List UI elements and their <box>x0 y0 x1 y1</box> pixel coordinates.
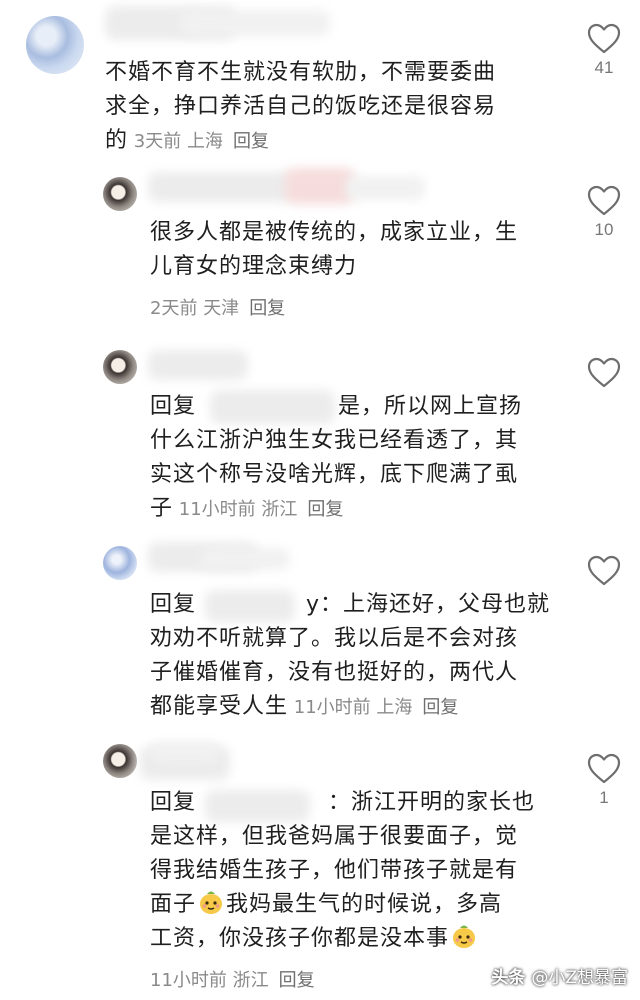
avatar[interactable] <box>103 350 137 384</box>
heart-icon <box>587 357 621 388</box>
comment-location: 浙江 <box>261 499 298 520</box>
reply-button[interactable]: 回复 <box>279 970 315 991</box>
blurred-username <box>345 176 425 200</box>
blurred-username <box>150 742 220 762</box>
watermark: 头条 @小Z想暴富 <box>491 963 628 988</box>
watermark-handle: @小Z想暴富 <box>531 968 628 988</box>
like-button[interactable]: 10 <box>584 184 624 240</box>
avatar[interactable] <box>103 546 137 580</box>
reply-button[interactable]: 回复 <box>307 499 343 520</box>
blurred-username <box>200 548 290 570</box>
like-button[interactable] <box>584 356 624 388</box>
comment-time: 11小时前 <box>150 970 227 991</box>
comment-meta: 11小时前 浙江 回复 <box>150 966 315 992</box>
reply-button[interactable]: 回复 <box>249 298 285 319</box>
emoji-icon <box>200 891 223 914</box>
comment-location: 浙江 <box>232 970 269 991</box>
heart-icon <box>587 185 621 216</box>
comment-text: 回复 是，所以网上宣扬 什么江浙沪独生女我已经看透了，其 实这个称号没啥光辉，底下… <box>150 394 523 521</box>
comment-location: 天津 <box>203 298 240 319</box>
reply-button[interactable]: 回复 <box>233 131 269 152</box>
reply-button[interactable]: 回复 <box>422 697 458 718</box>
heart-icon <box>587 555 621 586</box>
watermark-brand: 头条 <box>491 968 526 988</box>
blurred-username <box>148 350 248 380</box>
like-button[interactable]: 41 <box>584 22 624 78</box>
emoji-icon <box>453 925 476 948</box>
avatar[interactable] <box>103 177 137 211</box>
like-count: 10 <box>594 220 614 239</box>
comment-location: 上海 <box>186 131 223 152</box>
comment-time: 2天前 <box>150 298 198 319</box>
like-button[interactable] <box>584 554 624 586</box>
blurred-username <box>148 172 293 202</box>
blurred-username <box>180 10 330 36</box>
comment-location: 上海 <box>376 697 413 718</box>
avatar[interactable] <box>26 16 84 74</box>
like-button[interactable]: 1 <box>584 752 624 808</box>
comment-time: 11小时前 <box>293 697 371 718</box>
comment-text: 回复 ：浙江开明的家长也 是这样，但我爸妈属于很要面子，觉 得我结婚生孩子，他们带… <box>150 790 536 951</box>
like-count: 1 <box>599 788 609 807</box>
avatar[interactable] <box>103 744 137 778</box>
comment-time: 11小时前 <box>178 499 256 520</box>
comment-text: 不婚不育不生就没有软肋，不需要委曲 求全，挣口养活自己的饭吃还是很容易 的 3天… <box>105 60 497 153</box>
comment-time: 3天前 <box>133 131 182 152</box>
heart-icon <box>587 23 621 54</box>
comment-meta: 2天前 天津 回复 <box>150 294 285 320</box>
comment-text: 很多人都是被传统的，成家立业，生 儿育女的理念束缚力 <box>150 220 519 279</box>
like-count: 41 <box>594 58 614 77</box>
comment-text: 回复 y：上海还好，父母也就 劝劝不听就算了。我以后是不会对孩 子催婚催育，没有也… <box>150 592 551 719</box>
heart-icon <box>587 753 621 784</box>
